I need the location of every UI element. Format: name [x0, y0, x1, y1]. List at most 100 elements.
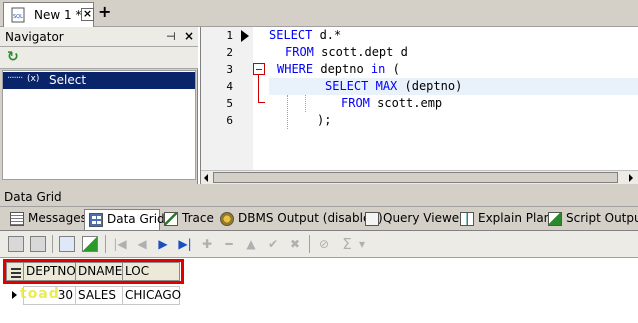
print-icon[interactable]: [8, 236, 24, 252]
line-number: 4: [226, 80, 233, 93]
data-grid-toolbar: |◀ ◀ ▶ ▶| ✚ ━ ▲ ✔ ✖ ⊘ Σ ▾: [0, 231, 638, 258]
line-number: 3: [226, 63, 233, 76]
keyword: WHERE: [277, 62, 314, 76]
tab-label: Data Grid: [107, 212, 165, 226]
delete-record-icon[interactable]: ━: [221, 236, 237, 252]
close-tab-icon[interactable]: ×: [81, 8, 94, 21]
code-text: (: [385, 62, 400, 76]
new-tab-button[interactable]: +: [98, 3, 111, 21]
code-text: (deptno): [397, 79, 463, 93]
line-number: 2: [226, 46, 233, 59]
tab-label: Query Viewer: [383, 211, 465, 225]
editor-horizontal-scrollbar[interactable]: [201, 170, 638, 184]
current-row-indicator-icon: [12, 291, 17, 299]
document-tab-strip: SQL New 1 * × +: [0, 0, 638, 27]
next-record-icon[interactable]: ▶: [155, 236, 171, 252]
first-record-icon[interactable]: |◀: [112, 236, 128, 252]
scroll-left-icon[interactable]: [204, 174, 208, 182]
query-viewer-icon: [365, 212, 379, 226]
sum-icon[interactable]: Σ: [339, 236, 355, 252]
trace-icon: [164, 212, 178, 226]
messages-icon: [10, 212, 24, 226]
tab-explain-plan[interactable]: Explain Plan: [456, 209, 551, 230]
edit-record-icon[interactable]: ▲: [243, 236, 259, 252]
fold-line: [258, 75, 259, 103]
explain-plan-icon: [460, 212, 474, 226]
code-text: deptno: [313, 62, 371, 76]
data-grid-icon: [89, 213, 103, 227]
tab-dbms-output[interactable]: DBMS Output (disabled): [216, 209, 383, 230]
navigator-item-select[interactable]: ······· (x) Select: [3, 72, 195, 89]
document-tab-new-1[interactable]: SQL New 1 * ×: [3, 2, 94, 27]
code-text: scott.dept d: [313, 45, 408, 59]
data-grid-title-bar: Data Grid: [0, 187, 638, 207]
tree-line: ·······: [7, 73, 23, 84]
clear-filter-icon[interactable]: ⊘: [316, 236, 332, 252]
save-icon[interactable]: [30, 236, 46, 252]
code-line-6: );: [317, 112, 331, 129]
indent-guide: [305, 95, 306, 112]
code-line-5: FROM scott.emp: [341, 95, 442, 112]
refresh-icon[interactable]: ↻: [7, 49, 19, 65]
pin-icon[interactable]: ⊣: [166, 30, 176, 43]
cancel-edit-icon[interactable]: ✖: [287, 236, 303, 252]
code-text: scott.emp: [369, 96, 443, 110]
execution-pointer-icon: [241, 30, 249, 42]
tab-messages[interactable]: Messages: [6, 209, 87, 230]
post-edit-icon[interactable]: ✔: [265, 236, 281, 252]
cell-loc[interactable]: CHICAGO: [122, 286, 181, 305]
toolbar-separator: [105, 235, 106, 253]
chevron-down-icon[interactable]: ▾: [357, 236, 367, 252]
dbms-output-icon: [220, 212, 234, 226]
fold-end: [258, 102, 265, 103]
toad-watermark: toad: [20, 286, 60, 302]
code-text: );: [317, 113, 332, 127]
toolbar-separator: [52, 235, 53, 253]
navigator-tree: ······· (x) Select: [2, 70, 196, 180]
tab-data-grid[interactable]: Data Grid: [84, 209, 165, 230]
line-gutter: 1 2 3 4 5 6: [201, 27, 253, 170]
tab-label: Trace: [182, 211, 214, 225]
keyword: FROM: [341, 96, 370, 110]
last-record-icon[interactable]: ▶|: [177, 236, 193, 252]
tab-label: Messages: [28, 211, 87, 225]
navigator-header: Navigator ⊣ ×: [0, 27, 198, 47]
tab-query-viewer[interactable]: Query Viewer: [361, 209, 464, 230]
close-icon[interactable]: ×: [184, 29, 194, 43]
line-number: 6: [226, 114, 233, 127]
scrollbar-thumb[interactable]: [213, 172, 618, 183]
tab-trace[interactable]: Trace: [160, 209, 214, 230]
data-grid-panel-title: Data Grid: [4, 190, 62, 204]
script-output-icon: [548, 212, 562, 226]
navigator-toolbar: ↻: [0, 47, 198, 69]
indent-guide: [287, 95, 288, 129]
code-line-4: SELECT MAX (deptno): [325, 78, 462, 95]
code-line-1: SELECT d.*: [269, 27, 341, 44]
navigator-title: Navigator: [5, 30, 64, 44]
tab-label: Explain Plan: [478, 211, 552, 225]
export-icon[interactable]: [82, 236, 98, 252]
annotation-highlight-box: [3, 259, 184, 284]
insert-record-icon[interactable]: ✚: [199, 236, 215, 252]
sql-file-icon: SQL: [11, 7, 25, 23]
navigator-item-label: Select: [49, 73, 87, 87]
code-text: d.*: [312, 28, 342, 42]
cell-dname[interactable]: SALES: [75, 286, 123, 305]
fold-collapse-icon[interactable]: [253, 63, 265, 75]
line-number: 1: [226, 29, 233, 42]
query-icon: (x): [27, 74, 40, 84]
code-line-3: WHERE deptno in (: [277, 61, 400, 78]
keyword: SELECT: [269, 28, 313, 42]
scroll-right-icon[interactable]: [629, 174, 633, 182]
toolbar-separator: [309, 235, 310, 253]
line-number: 5: [226, 97, 233, 110]
sql-editor[interactable]: 1 2 3 4 5 6 SELECT d.* FROM scott.dept d…: [200, 27, 638, 184]
prior-record-icon[interactable]: ◀: [134, 236, 150, 252]
grid-options-icon[interactable]: [59, 236, 75, 252]
document-tab-label: New 1 *: [34, 8, 82, 22]
tab-script-output[interactable]: Script Output: [544, 209, 638, 230]
keyword: in: [370, 62, 386, 76]
code-line-2: FROM scott.dept d: [285, 44, 408, 61]
keyword: MAX: [375, 79, 398, 93]
